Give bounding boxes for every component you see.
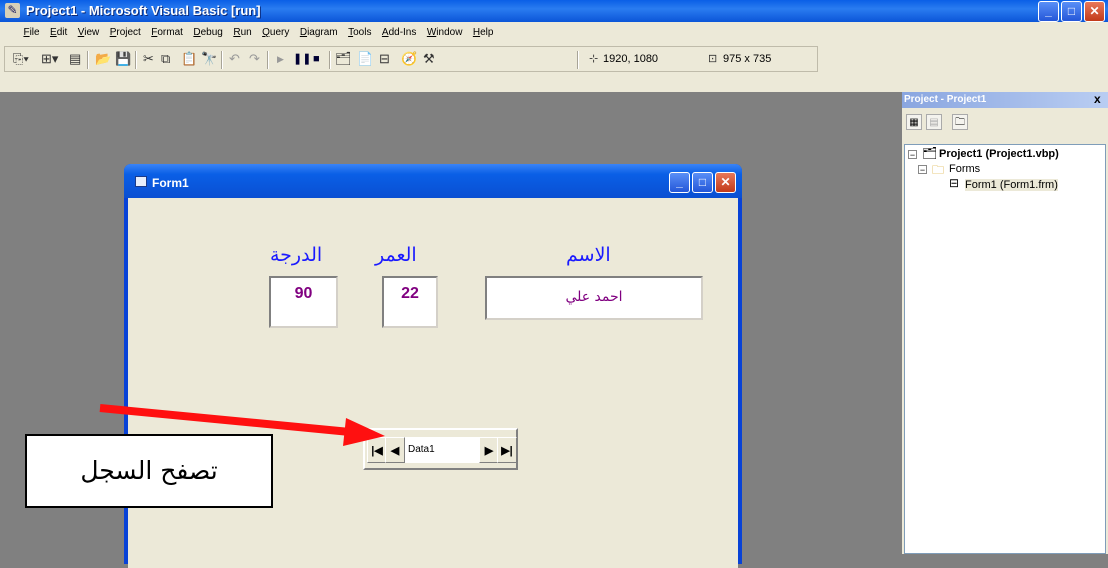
annotation-box: تصفح السجل: [25, 434, 273, 508]
annotation-text: تصفح السجل: [80, 456, 218, 485]
